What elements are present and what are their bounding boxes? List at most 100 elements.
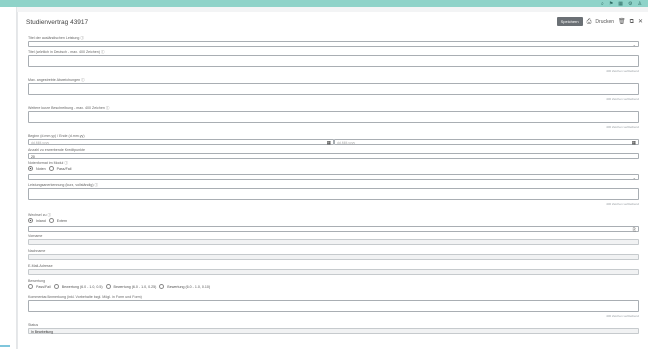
start-date-input[interactable]: dd.MM.yyyy ▦	[28, 139, 334, 145]
panel-header: Studienvertrag 43917 Speichern ⎙ Drucken…	[26, 16, 648, 30]
radio-bewertung-025[interactable]	[105, 284, 111, 289]
trash-icon[interactable]: 🗑	[618, 19, 626, 25]
grid-icon[interactable]: ▦	[618, 1, 623, 7]
field-nachname: Nachname	[28, 249, 639, 260]
form-panel: Studienvertrag 43917 Speichern ⎙ Drucken…	[17, 12, 648, 349]
radio-label: Bewertung (6.0 - 1.0, 0.25)	[113, 284, 157, 289]
radio-label: Noten	[36, 166, 46, 171]
email-input[interactable]	[28, 269, 639, 275]
ausl-leistung-select[interactable]: ⌄	[28, 41, 639, 47]
field-beginn-ende: Beginn (d.mm.yy) / Ende (d.mm.yy) dd.MM.…	[28, 134, 639, 145]
notenformat-radio-group: Noten Pass/Fail	[28, 166, 71, 171]
radio-extern[interactable]	[48, 218, 54, 223]
field-beschreibung: Weitere kurze Beschreibung - max. 400 Ze…	[28, 106, 639, 129]
field-email: E-Mail-Adresse	[28, 264, 639, 275]
radio-bewertung-05[interactable]	[53, 284, 59, 289]
calendar-icon[interactable]: ▦	[327, 140, 331, 146]
top-bar: ⌕ ⚑ ▦ ⚙ ♙	[0, 0, 648, 7]
kurs-titel-textarea[interactable]	[28, 55, 639, 67]
beschreibung-textarea[interactable]	[28, 111, 639, 123]
field-vorname: Vorname	[28, 234, 639, 245]
info-icon[interactable]: ⓘ	[95, 183, 99, 187]
field-ausl-leistung: Titel der ausländischen Leistung ⓘ ⌄	[28, 36, 639, 47]
field-label: Beginn (d.mm.yy) / Ende (d.mm.yy)	[28, 134, 85, 138]
wechsel-radio-group: Inland Extern	[28, 218, 67, 223]
credits-input[interactable]: 20	[28, 153, 639, 159]
info-icon[interactable]: ⓘ	[80, 36, 84, 40]
char-counter: 400 Zeichen verbleibend	[606, 125, 639, 129]
radio-label: Bewertung (6.0 - 1.0, 0.10)	[167, 284, 211, 289]
chevron-down-icon: ⌄	[632, 175, 636, 180]
char-counter: 400 Zeichen verbleibend	[606, 97, 639, 101]
search-icon[interactable]: ⌕	[601, 1, 604, 7]
status-input[interactable]: In Bearbeitung	[28, 328, 639, 334]
save-button[interactable]: Speichern	[556, 17, 583, 26]
top-bar-icons: ⌕ ⚑ ▦ ⚙ ♙	[601, 0, 642, 7]
lernziele-textarea[interactable]	[28, 83, 639, 95]
radio-pass-fail[interactable]	[48, 166, 54, 171]
field-label: Notenformat im Modul	[28, 161, 64, 165]
char-counter: 400 Zeichen verbleibend	[606, 69, 639, 73]
sidebar-accent	[0, 345, 10, 347]
field-kurs-titel: Titel (wörtlich in Deutsch - max. 400 Ze…	[28, 50, 639, 73]
settings-icon[interactable]: ⚙	[628, 1, 632, 7]
field-label: Max. angestrebte Abweichungen	[28, 78, 81, 82]
field-lernziele: Max. angestrebte Abweichungen ⓘ 400 Zeic…	[28, 78, 639, 101]
radio-noten[interactable]	[28, 166, 33, 171]
page-title: Studienvertrag 43917	[26, 19, 89, 26]
radio-label: Inland	[36, 218, 46, 223]
end-date-input[interactable]: dd.MM.yyyy ▦	[334, 139, 639, 145]
calendar-icon[interactable]: ▦	[632, 140, 636, 146]
info-icon[interactable]: ⓘ	[64, 161, 68, 165]
char-counter: 400 Zeichen verbleibend	[606, 314, 639, 318]
external-link-icon[interactable]: ⧉	[630, 19, 634, 25]
close-icon[interactable]: ✕	[638, 19, 643, 25]
radio-pass-fail[interactable]	[28, 284, 33, 289]
field-anerkennung: Leistungsanerkennung (kurz, vollständig)…	[28, 183, 639, 206]
info-icon[interactable]: ⓘ	[48, 213, 52, 217]
print-icon[interactable]: ⎙	[587, 19, 592, 25]
field-status: Status In Bearbeitung	[28, 323, 639, 334]
field-label: Nachname	[28, 249, 46, 253]
field-wechsel: Wechsel zu ⓘ Inland Extern ⎘	[28, 213, 639, 232]
radio-label: Pass/Fail	[36, 284, 51, 289]
radio-bewertung-010[interactable]	[159, 284, 165, 289]
wechsel-input[interactable]: ⎘	[28, 226, 639, 232]
credits-value: 20	[31, 154, 35, 159]
header-actions: Speichern ⎙ Drucken 🗑 ⧉ ✕	[556, 17, 643, 26]
date-placeholder: dd.MM.yyyy	[31, 140, 50, 145]
field-label: Status	[28, 323, 39, 327]
anerkennung-textarea[interactable]	[28, 188, 639, 200]
field-kommentar: Kommentar/Anmerkung (inkl. Vorbehalte bz…	[28, 295, 639, 318]
left-sidebar	[0, 7, 17, 349]
radio-label: Bewertung (6.0 - 1.0, 0.5)	[61, 284, 103, 289]
bewertung-radio-group: Pass/Fail Bewertung (6.0 - 1.0, 0.5) Bew…	[28, 284, 210, 289]
field-label: Titel (wörtlich in Deutsch - max. 400 Ze…	[28, 50, 100, 54]
radio-label: Pass/Fail	[56, 166, 72, 171]
field-label: Anzahl zu erwerbende Kreditpunkte	[28, 148, 85, 152]
flag-icon[interactable]: ⚑	[609, 1, 613, 7]
field-notenformat: Notenformat im Modul ⓘ Noten Pass/Fail ⌄	[28, 161, 639, 180]
nachname-input[interactable]	[28, 254, 639, 260]
field-label: Wechsel zu	[28, 213, 47, 217]
info-icon[interactable]: ⓘ	[101, 50, 105, 54]
user-icon[interactable]: ♙	[638, 1, 642, 7]
chevron-down-icon: ⌄	[632, 42, 636, 47]
field-label: Bewertung	[28, 279, 46, 283]
field-label: Titel der ausländischen Leistung	[28, 36, 80, 40]
char-counter: 400 Zeichen verbleibend	[606, 202, 639, 206]
vorname-input[interactable]	[28, 239, 639, 245]
print-button[interactable]: Drucken	[595, 19, 614, 25]
radio-inland[interactable]	[28, 218, 33, 223]
notenformat-select[interactable]: ⌄	[28, 174, 639, 180]
status-value: In Bearbeitung	[31, 329, 54, 334]
info-icon[interactable]: ⓘ	[106, 106, 110, 110]
radio-label: Extern	[56, 218, 68, 223]
attachment-icon[interactable]: ⎘	[633, 227, 636, 232]
field-label: Vorname	[28, 234, 43, 238]
info-icon[interactable]: ⓘ	[81, 78, 85, 82]
field-leistungspunkte: Anzahl zu erwerbende Kreditpunkte 20	[28, 148, 639, 159]
date-placeholder: dd.MM.yyyy	[337, 140, 356, 145]
field-label: E-Mail-Adresse	[28, 264, 53, 268]
kommentar-textarea[interactable]	[28, 300, 639, 312]
